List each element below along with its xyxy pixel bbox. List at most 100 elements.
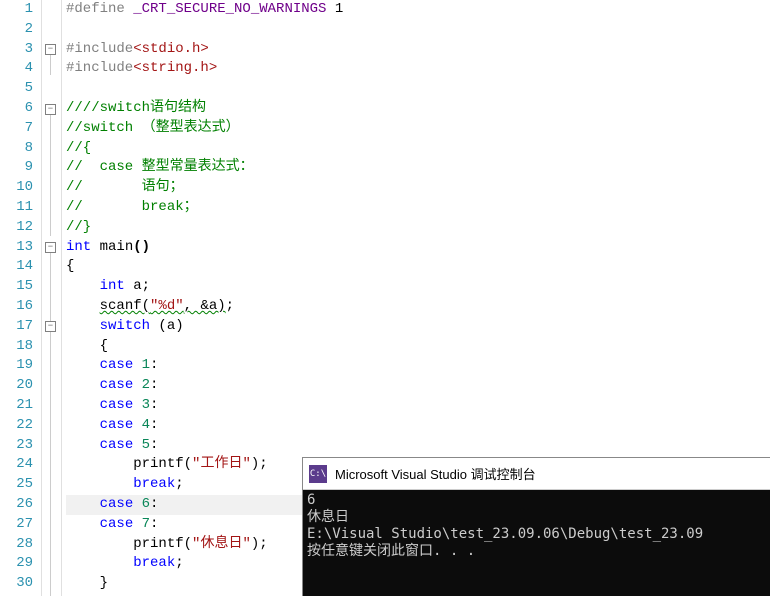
type: int <box>100 278 125 294</box>
macro-name: _CRT_SECURE_NO_WARNINGS <box>133 1 326 17</box>
code-line[interactable] <box>66 20 770 40</box>
keyword: case <box>100 417 134 433</box>
code-line[interactable]: case 3: <box>66 396 770 416</box>
code-line[interactable]: int main() <box>66 238 770 258</box>
comment: // break； <box>66 199 198 215</box>
fold-toggle[interactable]: − <box>45 242 56 253</box>
keyword: case <box>100 357 134 373</box>
line-number: 23 <box>0 436 33 456</box>
keyword: case <box>100 516 134 532</box>
comment: //} <box>66 219 91 235</box>
line-number: 13 <box>0 238 33 258</box>
fold-toggle[interactable]: − <box>45 321 56 332</box>
line-number: 16 <box>0 297 33 317</box>
code-line[interactable]: //} <box>66 218 770 238</box>
line-number: 19 <box>0 356 33 376</box>
keyword: break <box>133 476 175 492</box>
string: "%d" <box>150 298 184 314</box>
keyword: case <box>100 377 134 393</box>
text: a; <box>125 278 150 294</box>
comment: // 语句； <box>66 179 184 195</box>
include-path: <stdio.h> <box>133 41 209 57</box>
code-line[interactable]: { <box>66 337 770 357</box>
line-number: 8 <box>0 139 33 159</box>
code-line[interactable]: ////switch语句结构 <box>66 99 770 119</box>
comment: // case 整型常量表达式： <box>66 159 254 175</box>
line-number: 5 <box>0 79 33 99</box>
console-output[interactable]: 6休息日E:\Visual Studio\test_23.09.06\Debug… <box>303 490 770 562</box>
code-line[interactable] <box>66 79 770 99</box>
func-name: main <box>91 239 133 255</box>
code-line[interactable]: switch (a) <box>66 317 770 337</box>
code-line[interactable]: #include<string.h> <box>66 59 770 79</box>
fold-column: − − − − <box>42 0 62 596</box>
fold-guide <box>50 115 51 236</box>
number: 1 <box>133 357 150 373</box>
code-line[interactable]: case 1: <box>66 356 770 376</box>
preproc: #include <box>66 41 133 57</box>
func-call: printf <box>133 536 183 552</box>
line-number: 26 <box>0 495 33 515</box>
console-line: E:\Visual Studio\test_23.09.06\Debug\tes… <box>307 526 766 543</box>
func-call: printf <box>133 456 183 472</box>
keyword: case <box>100 496 134 512</box>
console-titlebar[interactable]: C:\ Microsoft Visual Studio 调试控制台 <box>303 458 770 490</box>
line-number: 20 <box>0 376 33 396</box>
keyword: switch <box>100 318 150 334</box>
code-line[interactable]: case 4: <box>66 416 770 436</box>
preproc: #include <box>66 60 133 76</box>
code-line[interactable]: // break； <box>66 198 770 218</box>
number: 6 <box>133 496 150 512</box>
line-number: 1 <box>0 0 33 20</box>
console-line: 休息日 <box>307 509 766 526</box>
line-number: 22 <box>0 416 33 436</box>
keyword: break <box>133 555 175 571</box>
line-number: 29 <box>0 554 33 574</box>
line-number: 6 <box>0 99 33 119</box>
brace: { <box>66 338 108 354</box>
line-number: 12 <box>0 218 33 238</box>
code-line[interactable]: #include<stdio.h> <box>66 40 770 60</box>
preproc: #define <box>66 1 133 17</box>
code-line[interactable]: { <box>66 257 770 277</box>
code-line[interactable]: case 5: <box>66 436 770 456</box>
line-number: 14 <box>0 257 33 277</box>
line-number: 27 <box>0 515 33 535</box>
number: 2 <box>133 377 150 393</box>
line-number: 7 <box>0 119 33 139</box>
text: 1 <box>326 1 343 17</box>
number: 5 <box>133 437 150 453</box>
number: 3 <box>133 397 150 413</box>
number: 7 <box>133 516 150 532</box>
include-path: <string.h> <box>133 60 217 76</box>
code-line[interactable]: //switch （整型表达式） <box>66 119 770 139</box>
code-line[interactable]: // case 整型常量表达式： <box>66 158 770 178</box>
comment: //{ <box>66 140 91 156</box>
keyword: case <box>100 437 134 453</box>
code-line[interactable]: //{ <box>66 139 770 159</box>
line-number: 17 <box>0 317 33 337</box>
line-number: 21 <box>0 396 33 416</box>
string: "工作日" <box>192 456 251 472</box>
string: "休息日" <box>192 536 251 552</box>
line-number: 28 <box>0 535 33 555</box>
fold-guide <box>50 55 51 75</box>
func-call: scanf <box>100 298 142 314</box>
debug-console-window[interactable]: C:\ Microsoft Visual Studio 调试控制台 6休息日E:… <box>302 457 770 596</box>
line-number: 3 <box>0 40 33 60</box>
line-number: 11 <box>0 198 33 218</box>
code-line[interactable]: // 语句； <box>66 178 770 198</box>
fold-toggle[interactable]: − <box>45 44 56 55</box>
paren: () <box>133 239 150 255</box>
fold-toggle[interactable]: − <box>45 104 56 115</box>
code-line[interactable]: scanf("%d", &a); <box>66 297 770 317</box>
code-line[interactable]: int a; <box>66 277 770 297</box>
line-number: 18 <box>0 337 33 357</box>
console-icon: C:\ <box>309 465 327 483</box>
console-line: 6 <box>307 492 766 509</box>
brace: { <box>66 258 74 274</box>
line-number: 25 <box>0 475 33 495</box>
code-line[interactable]: #define _CRT_SECURE_NO_WARNINGS 1 <box>66 0 770 20</box>
line-number: 10 <box>0 178 33 198</box>
code-line[interactable]: case 2: <box>66 376 770 396</box>
